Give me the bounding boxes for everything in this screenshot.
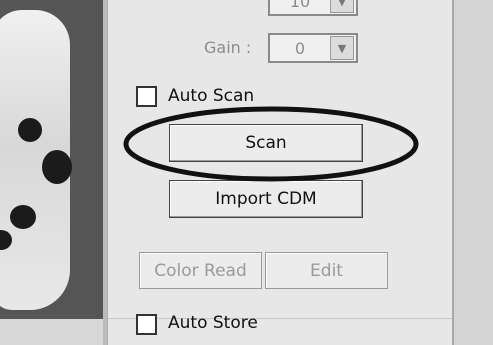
annotation-ellipse [123, 106, 419, 182]
app-window: 10 ▼ Gain : 0 ▼ Auto Scan Scan Import CD… [0, 0, 493, 345]
highlight-ellipse [123, 106, 419, 182]
